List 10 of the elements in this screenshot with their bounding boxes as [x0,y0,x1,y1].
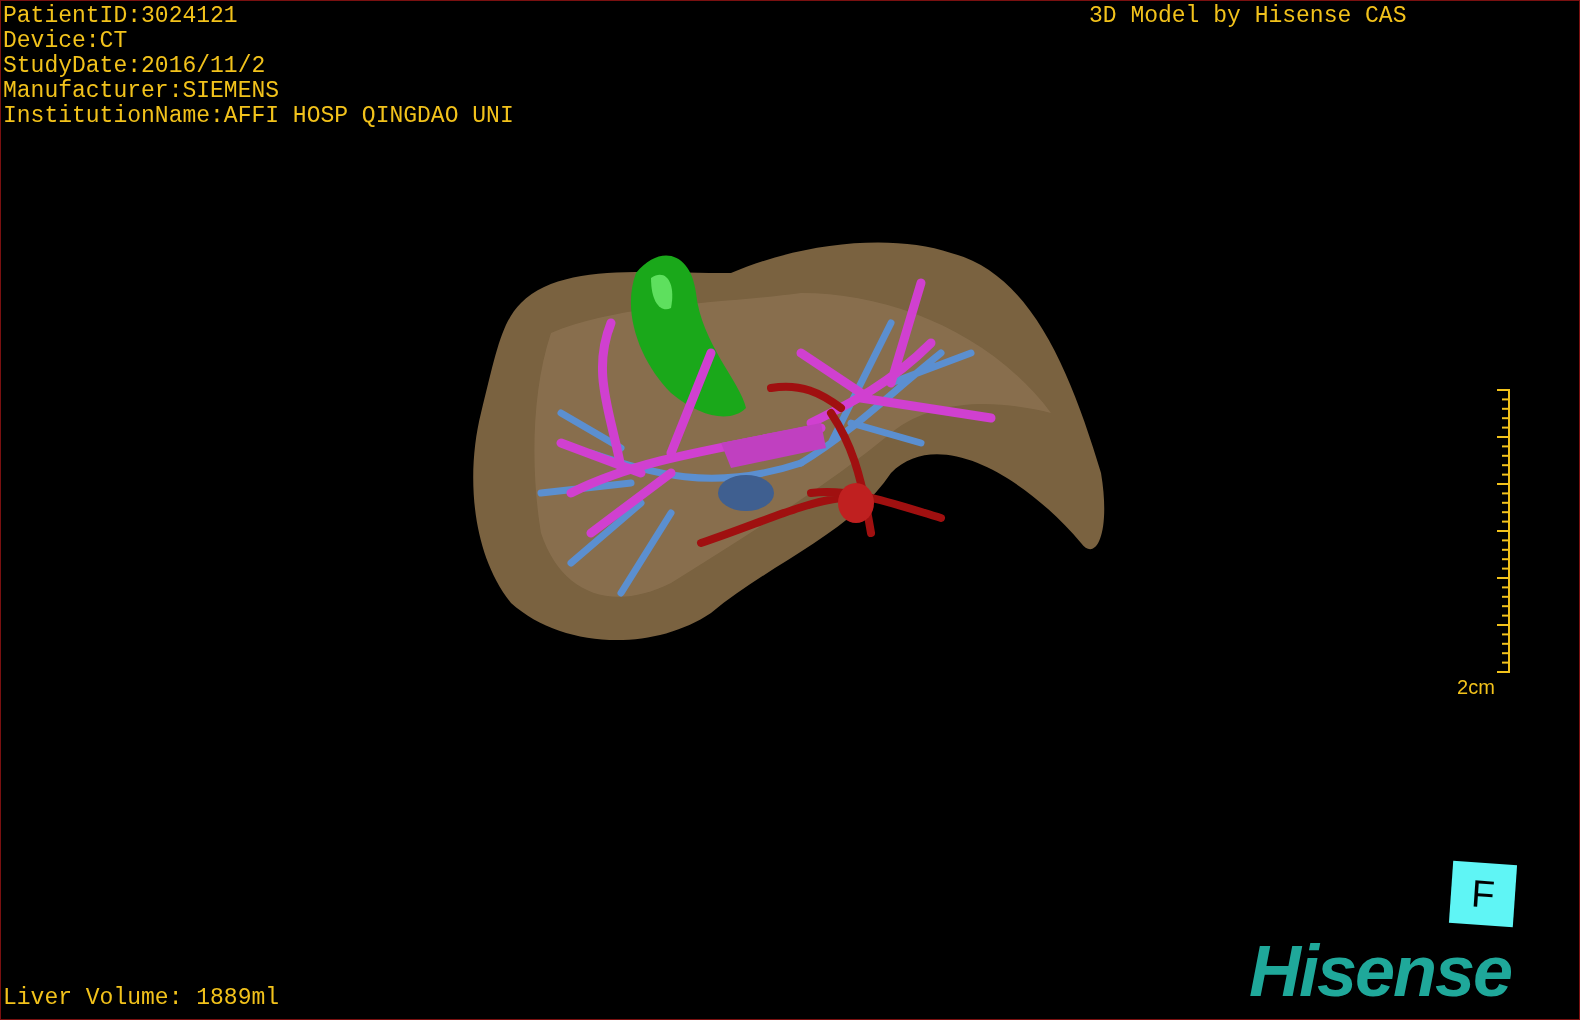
header-text: 3D Model by Hisense CAS [1089,4,1407,29]
brand-logo: Hisense [1249,931,1512,1011]
info-line: Manufacturer:SIEMENS [3,79,281,104]
orientation-marker: F [1448,860,1518,928]
info-line: PatientID:3024121 [3,4,239,29]
scale-label: 2cm [1457,675,1495,699]
info-line: Device:CT [3,29,129,54]
liver-volume-text: Liver Volume: 1889ml [3,986,280,1011]
info-line: InstitutionName:AFFI HOSP QINGDAO UNI [3,104,514,129]
info-line: StudyDate:2016/11/2 [3,54,267,79]
